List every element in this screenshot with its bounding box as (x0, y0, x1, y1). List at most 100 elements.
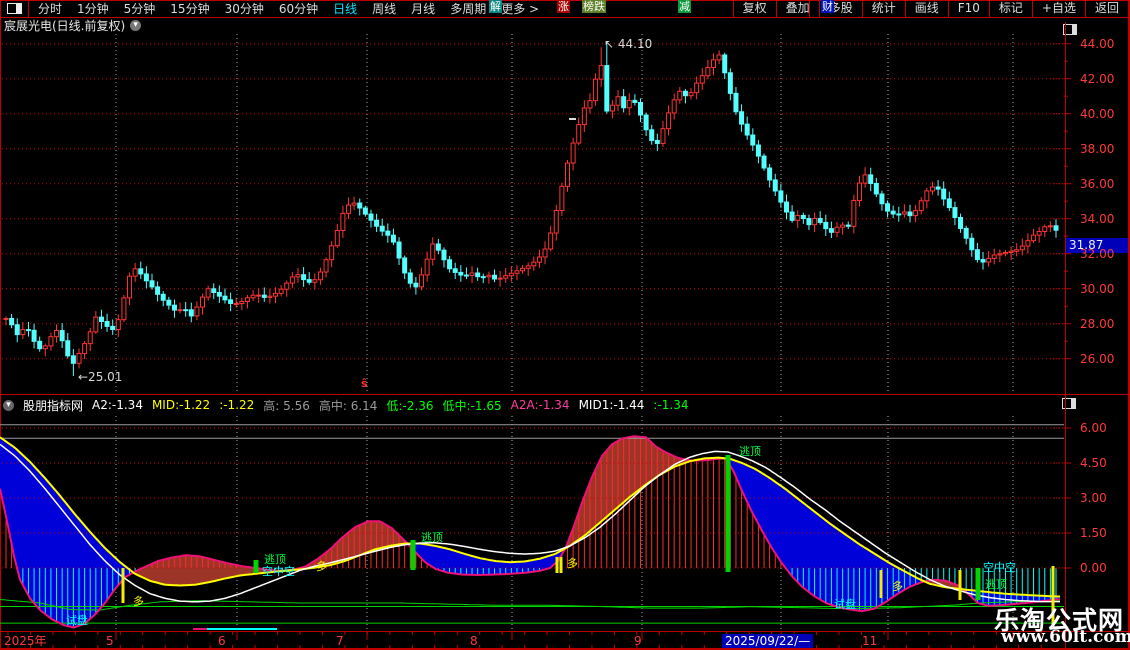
candle-up (902, 212, 906, 214)
candle-up (234, 304, 238, 305)
candle-down (1054, 226, 1058, 230)
candle-up (1048, 226, 1052, 227)
candle-up (318, 272, 322, 280)
candle-up (919, 201, 923, 211)
candle-up (128, 276, 132, 298)
candle-down (493, 275, 497, 279)
candle-up (77, 353, 81, 363)
candle-up (509, 273, 513, 275)
candle-up (201, 297, 205, 307)
candle-up (21, 330, 25, 335)
candle-down (897, 214, 901, 215)
candle-up (285, 283, 289, 289)
candle-up (852, 201, 856, 227)
candle-down (10, 318, 14, 324)
candle-up (49, 337, 53, 346)
chart-canvas[interactable] (0, 0, 1130, 650)
bull-signal-bar (122, 568, 125, 603)
candle-up (116, 320, 120, 330)
candle-up (571, 143, 575, 163)
candle-up (537, 257, 541, 262)
candle-down (363, 208, 367, 214)
candle-up (178, 310, 182, 311)
candle-down (26, 330, 30, 331)
candle-up (549, 233, 553, 249)
candle-up (352, 203, 356, 205)
candle-down (790, 212, 794, 220)
candle-up (313, 280, 317, 282)
bull-signal-bar (1052, 566, 1055, 628)
candle-up (290, 277, 294, 283)
candle-down (459, 272, 463, 275)
candle-up (324, 260, 328, 272)
a2-fast-line (0, 436, 1060, 627)
candle-down (172, 305, 176, 310)
candle-down (386, 231, 390, 235)
candle-down (397, 242, 401, 258)
candle-up (55, 331, 59, 337)
candle-up (1037, 232, 1041, 236)
candle-down (66, 341, 70, 356)
green-support-curve (0, 600, 1060, 611)
candle-down (745, 124, 749, 135)
candle-down (448, 260, 452, 269)
candle-down (380, 226, 384, 231)
candle-down (481, 277, 485, 278)
candle-down (71, 356, 75, 363)
candle-up (335, 231, 339, 246)
candle-down (408, 273, 412, 283)
candle-down (947, 199, 951, 208)
candle-up (863, 175, 867, 183)
candle-up (83, 344, 87, 354)
candle-up (240, 301, 244, 303)
candle-down (723, 55, 727, 73)
candle-down (156, 287, 160, 294)
candle-down (773, 180, 777, 191)
bull-signal-bar (880, 570, 883, 598)
candle-down (846, 225, 850, 226)
candle-up (543, 249, 547, 257)
candle-up (526, 266, 530, 268)
candle-up (1032, 235, 1036, 240)
candle-up (661, 129, 665, 144)
candle-down (223, 296, 227, 300)
indicator-fill-bear (0, 437, 133, 627)
candle-up (930, 187, 934, 191)
candle-up (245, 298, 249, 302)
candle-down (262, 295, 266, 297)
candle-down (111, 326, 115, 329)
candle-up (998, 254, 1002, 255)
candle-up (425, 259, 429, 275)
candle-up (1015, 250, 1019, 252)
candle-down (60, 331, 64, 341)
candle-up (122, 298, 126, 320)
candle-up (841, 225, 845, 227)
candle-down (784, 202, 788, 212)
candle-up (925, 191, 929, 201)
candle-down (880, 194, 884, 204)
candle-up (330, 246, 334, 260)
bull-signal-bar (556, 557, 559, 573)
candle-up (796, 215, 800, 220)
candle-up (431, 244, 435, 259)
candle-down (683, 91, 687, 95)
candle-up (857, 183, 861, 200)
candle-down (442, 250, 446, 260)
candle-down (358, 203, 362, 208)
candle-down (818, 219, 822, 223)
candle-down (644, 115, 648, 130)
candle-down (161, 294, 165, 300)
outer-frame (1, 1, 1130, 650)
candle-down (779, 191, 783, 202)
candle-up (274, 293, 278, 296)
candle-up (498, 278, 502, 279)
bull-signal-bar (959, 570, 962, 600)
candle-up (700, 76, 704, 83)
candle-up (4, 318, 8, 319)
candle-up (1009, 251, 1013, 252)
candle-up (251, 295, 255, 298)
candle-down (638, 103, 642, 115)
candle-down (476, 273, 480, 277)
candle-down (212, 289, 216, 293)
candle-down (829, 229, 833, 233)
